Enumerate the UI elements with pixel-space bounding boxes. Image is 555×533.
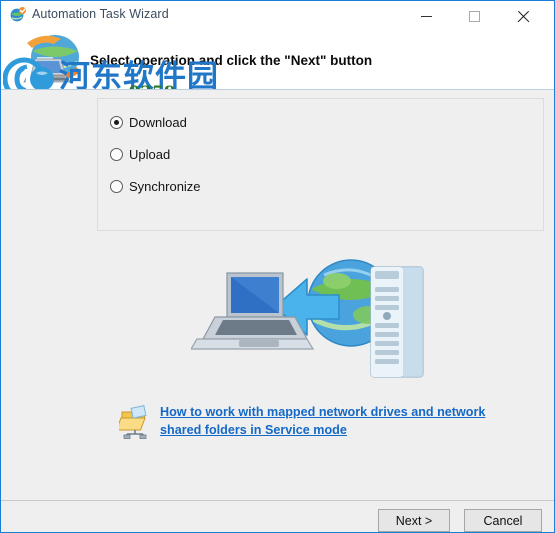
radio-dot-icon xyxy=(110,179,123,193)
server-icon xyxy=(370,266,424,378)
radio-option-download[interactable]: Download xyxy=(110,112,187,132)
header-caption: Select operation and click the "Next" bu… xyxy=(90,53,373,68)
radio-label-synchronize: Synchronize xyxy=(129,178,201,194)
radio-dot-icon xyxy=(110,147,123,161)
download-direction-diagram xyxy=(189,245,441,380)
radio-option-upload[interactable]: Upload xyxy=(110,144,170,164)
maximize-button[interactable] xyxy=(451,1,497,31)
close-button[interactable] xyxy=(499,1,545,31)
minimize-icon xyxy=(420,15,432,17)
operation-group-box: Download Upload Synchronize xyxy=(97,98,544,231)
wizard-globe-icon xyxy=(9,6,27,24)
maximize-icon xyxy=(468,10,480,22)
cancel-button[interactable]: Cancel xyxy=(464,509,542,532)
button-bar: Next > Cancel xyxy=(1,500,554,532)
network-shared-folder-icon xyxy=(115,405,153,439)
title-bar: Automation Task Wizard xyxy=(1,1,554,31)
wizard-body: Download Upload Synchronize How to work … xyxy=(1,90,554,500)
automation-task-wizard-window: Automation Task Wizard Select operation … xyxy=(0,0,555,533)
close-icon xyxy=(516,10,529,23)
radio-label-upload: Upload xyxy=(129,146,171,162)
wizard-header: Select operation and click the "Next" bu… xyxy=(1,31,554,90)
next-button[interactable]: Next > xyxy=(378,509,450,532)
help-link-line-2: shared folders in Service mode xyxy=(160,423,347,437)
minimize-button[interactable] xyxy=(403,1,449,31)
radio-dot-icon xyxy=(110,115,123,129)
help-link[interactable]: How to work with mapped network drives a… xyxy=(160,403,510,439)
laptop-globe-illustration xyxy=(13,31,97,89)
help-link-block: How to work with mapped network drives a… xyxy=(115,403,519,449)
help-link-line-1: How to work with mapped network drives a… xyxy=(160,405,486,419)
radio-label-download: Download xyxy=(129,114,187,130)
radio-option-synchronize[interactable]: Synchronize xyxy=(110,176,201,196)
window-title: Automation Task Wizard xyxy=(32,7,169,21)
